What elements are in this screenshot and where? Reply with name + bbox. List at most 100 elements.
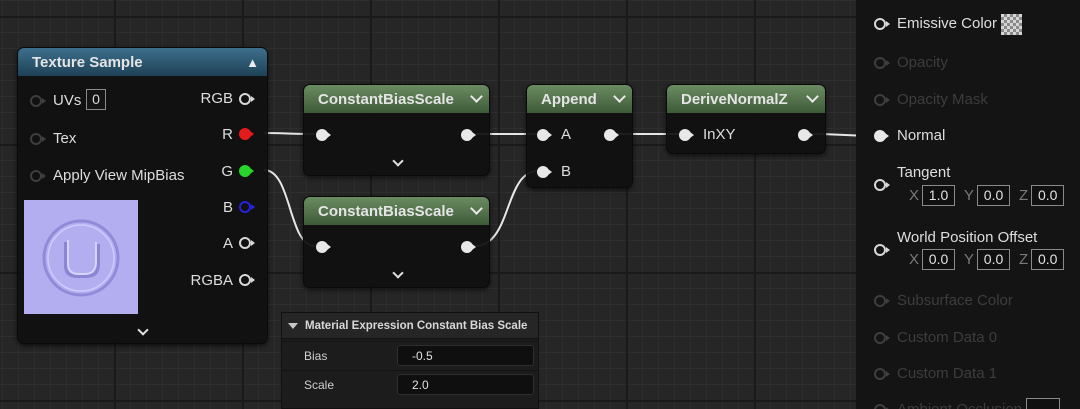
bias-scale-input-pin[interactable] [316,129,331,141]
world-position-offset-label: World Position Offset [897,229,1038,246]
chevron-down-icon[interactable] [470,202,483,215]
details-section-header[interactable]: Material Expression Constant Bias Scale [282,313,538,339]
rgb-output-label: RGB [200,90,233,107]
custom-data-1-label: Custom Data 1 [897,365,998,382]
texture-preview-image [24,200,138,314]
y-axis-label: Y [964,251,975,268]
bias-scale-header-2[interactable]: ConstantBiasScale [304,197,489,225]
bias-scale-output-pin[interactable] [461,129,476,141]
tex-label: Tex [53,130,77,147]
wpo-x-field[interactable]: 0.0 [922,249,956,270]
node-title: ConstantBiasScale [318,202,454,220]
chevron-down-icon[interactable] [613,90,626,103]
wpo-y-field[interactable]: 0.0 [977,249,1011,270]
details-section-title: Material Expression Constant Bias Scale [305,319,528,332]
wpo-vector-fields: X 0.0 Y 0.0 Z 0.0 [909,249,1073,270]
bias-scale-input-pin[interactable] [316,241,331,253]
x-axis-label: X [909,251,920,268]
opacity-mask-pin[interactable] [874,94,890,106]
subsurface-color-pin[interactable] [874,295,890,307]
wpo-z-field[interactable]: 0.0 [1031,249,1065,270]
bias-value-field[interactable]: -0.5 [397,345,534,366]
engine-logo-emboss-icon [42,219,120,297]
custom-data-1-pin[interactable] [874,368,890,380]
derive-normal-z-node[interactable]: DeriveNormalZ InXY [666,84,826,154]
append-b-input-pin[interactable] [537,166,552,178]
tex-input-pin[interactable] [30,133,46,145]
x-axis-label: X [909,187,920,204]
tangent-y-field[interactable]: 0.0 [977,185,1011,206]
emissive-color-label: Emissive Color [897,15,998,32]
material-result-node[interactable]: Emissive Color Opacity Opacity Mask Norm… [856,0,1080,409]
tangent-vector-fields: X 1.0 Y 0.0 Z 0.0 [909,185,1073,206]
property-row-bias: Bias -0.5 [282,341,538,370]
details-panel: Material Expression Constant Bias Scale … [281,312,539,409]
a-output-pin[interactable] [239,237,255,249]
node-title: Texture Sample [32,53,143,71]
tangent-x-field[interactable]: 1.0 [922,185,956,206]
derive-normal-z-header[interactable]: DeriveNormalZ [667,85,825,113]
g-output-pin[interactable] [239,165,254,177]
node-title: DeriveNormalZ [681,90,788,108]
opacity-pin[interactable] [874,57,890,69]
uvs-value-field[interactable]: 0 [86,89,106,110]
inxy-label: InXY [703,126,736,143]
z-axis-label: Z [1019,251,1029,268]
texture-sample-header[interactable]: Texture Sample ▲ [18,48,267,76]
ambient-occlusion-label: Ambient Occlusion [897,401,1022,409]
r-output-label: R [222,126,233,143]
z-axis-label: Z [1019,187,1029,204]
b-output-pin[interactable] [239,201,255,213]
custom-data-0-pin[interactable] [874,332,890,344]
r-output-pin[interactable] [239,128,254,140]
emissive-color-pin[interactable] [874,18,890,30]
a-output-label: A [222,235,233,252]
emissive-color-swatch[interactable] [1001,14,1022,35]
normal-pin[interactable] [874,130,889,142]
constant-bias-scale-node-1[interactable]: ConstantBiasScale [303,84,490,176]
uvs-input-pin[interactable] [30,95,46,107]
ambient-occlusion-pin[interactable] [874,404,890,409]
custom-data-0-label: Custom Data 0 [897,329,998,346]
texture-sample-node[interactable]: Texture Sample ▲ UVs 0 Tex Apply View Mi… [17,47,268,344]
g-output-label: G [221,163,233,180]
scale-value-field[interactable]: 2.0 [397,374,534,395]
constant-bias-scale-node-2[interactable]: ConstantBiasScale [303,196,490,288]
expand-chevron-icon[interactable] [392,155,404,167]
bias-scale-header-1[interactable]: ConstantBiasScale [304,85,489,113]
node-title: ConstantBiasScale [318,90,454,108]
ambient-occlusion-field[interactable] [1026,398,1060,409]
tangent-z-field[interactable]: 0.0 [1031,185,1065,206]
uvs-label: UVs [53,92,82,109]
bias-property-label: Bias [304,349,328,363]
append-output-pin[interactable] [604,129,619,141]
chevron-down-icon[interactable] [470,90,483,103]
world-position-offset-pin[interactable] [874,244,890,256]
append-header[interactable]: Append [527,85,632,113]
rgb-output-pin[interactable] [239,93,255,105]
derive-output-pin[interactable] [798,129,813,141]
node-title: Append [541,90,597,108]
collapse-triangle-icon[interactable] [288,322,298,329]
opacity-mask-label: Opacity Mask [897,91,988,108]
tangent-label: Tangent [897,164,951,181]
bias-scale-output-pin[interactable] [461,241,476,253]
scale-property-label: Scale [304,378,335,392]
chevron-down-icon[interactable] [806,90,819,103]
collapse-chevron-icon[interactable]: ▲ [246,55,259,70]
rgba-output-pin[interactable] [239,274,255,286]
append-b-label: B [561,163,572,180]
mipbias-input-pin[interactable] [30,170,46,182]
y-axis-label: Y [964,187,975,204]
tangent-pin[interactable] [874,179,890,191]
append-a-label: A [561,126,572,143]
expand-preview-chevron-icon[interactable] [137,324,149,336]
inxy-input-pin[interactable] [679,129,694,141]
b-output-label: B [222,199,233,216]
mipbias-label: Apply View MipBias [53,167,185,184]
rgba-output-label: RGBA [190,272,233,289]
append-node[interactable]: Append A B [526,84,633,188]
expand-chevron-icon[interactable] [392,267,404,279]
append-a-input-pin[interactable] [537,129,552,141]
opacity-label: Opacity [897,54,948,71]
